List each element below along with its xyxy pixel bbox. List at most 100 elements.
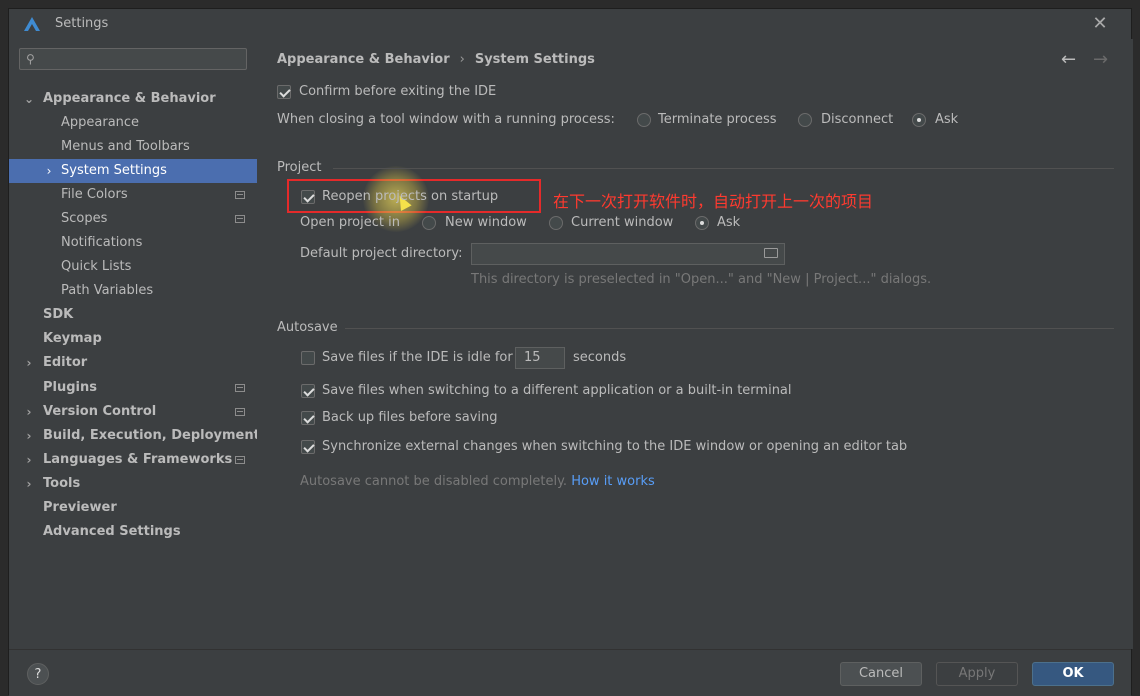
sidebar-item-editor[interactable]: › Editor	[9, 351, 257, 375]
settings-dialog: Settings ✕ ⚲ ⌄ Appearance & Behavior App…	[8, 8, 1133, 696]
sidebar-item-label: SDK	[43, 307, 74, 322]
chevron-right-icon[interactable]: ›	[22, 448, 36, 472]
sidebar-item-label: Keymap	[43, 331, 102, 346]
sidebar-item-label: Appearance	[61, 115, 140, 130]
project-level-icon	[235, 215, 245, 223]
sidebar-item-label: Version Control	[43, 404, 157, 419]
sidebar-item-file-colors[interactable]: File Colors	[9, 183, 257, 207]
radio-ask-open[interactable]	[695, 216, 709, 230]
confirm-exit-label[interactable]: Confirm before exiting the IDE	[299, 84, 496, 99]
sidebar-item-menus-toolbars[interactable]: Menus and Toolbars	[9, 135, 257, 159]
save-switch-app-label[interactable]: Save files when switching to a different…	[322, 383, 792, 398]
radio-ask-open-label[interactable]: Ask	[717, 215, 740, 230]
sidebar-item-advanced-settings[interactable]: Advanced Settings	[9, 520, 257, 544]
radio-ask-closing[interactable]	[912, 113, 926, 127]
closing-process-label: When closing a tool window with a runnin…	[277, 112, 615, 127]
sidebar-item-appearance-behavior[interactable]: ⌄ Appearance & Behavior	[9, 87, 257, 111]
chevron-right-icon[interactable]: ›	[22, 351, 36, 375]
back-arrow-icon[interactable]: ←	[1061, 49, 1076, 70]
idle-seconds-unit: seconds	[573, 350, 627, 365]
save-switch-app-checkbox[interactable]	[301, 384, 315, 398]
project-level-icon	[235, 408, 245, 416]
sidebar-item-label: Tools	[43, 476, 81, 491]
sync-external-checkbox[interactable]	[301, 440, 315, 454]
open-project-in-label: Open project in	[300, 215, 400, 230]
sidebar-item-label: Appearance & Behavior	[43, 91, 216, 106]
backup-files-label[interactable]: Back up files before saving	[322, 410, 498, 425]
save-idle-checkbox[interactable]	[301, 351, 315, 365]
autosave-hint-text: Autosave cannot be disabled completely.	[300, 474, 568, 489]
search-input[interactable]	[44, 51, 244, 69]
breadcrumb-parent[interactable]: Appearance & Behavior	[277, 52, 450, 67]
idle-seconds-input[interactable]: 15	[515, 347, 565, 369]
project-level-icon	[235, 191, 245, 199]
reopen-projects-checkbox[interactable]	[301, 190, 315, 204]
default-directory-label: Default project directory:	[300, 246, 463, 261]
autosave-hint: Autosave cannot be disabled completely. …	[300, 474, 655, 489]
sidebar-item-sdk[interactable]: SDK	[9, 303, 257, 327]
help-button[interactable]: ?	[27, 663, 49, 685]
sidebar-item-label: Notifications	[61, 235, 143, 250]
radio-ask-closing-label[interactable]: Ask	[935, 112, 958, 127]
radio-new-window[interactable]	[422, 216, 436, 230]
sidebar-item-label: Languages & Frameworks	[43, 452, 233, 467]
radio-current-window-label[interactable]: Current window	[571, 215, 673, 230]
radio-disconnect-label[interactable]: Disconnect	[821, 112, 893, 127]
settings-content: Appearance & Behavior › System Settings ← …	[257, 39, 1133, 649]
sidebar-item-scopes[interactable]: Scopes	[9, 207, 257, 231]
sidebar-item-tools[interactable]: › Tools	[9, 472, 257, 496]
chevron-right-icon[interactable]: ›	[42, 159, 56, 183]
app-logo-icon	[24, 17, 40, 31]
radio-terminate-process-label[interactable]: Terminate process	[658, 112, 777, 127]
backup-files-checkbox[interactable]	[301, 411, 315, 425]
section-divider	[345, 328, 1114, 329]
sidebar-item-previewer[interactable]: Previewer	[9, 496, 257, 520]
sidebar-item-label: File Colors	[61, 187, 128, 202]
sidebar-item-label: System Settings	[61, 163, 167, 178]
radio-disconnect[interactable]	[798, 113, 812, 127]
chevron-right-icon[interactable]: ›	[22, 424, 36, 448]
radio-new-window-label[interactable]: New window	[445, 215, 527, 230]
sidebar-item-plugins[interactable]: Plugins	[9, 376, 257, 400]
breadcrumb-current: System Settings	[474, 52, 595, 67]
sidebar-item-build-execution-deployment[interactable]: › Build, Execution, Deployment	[9, 424, 260, 448]
sidebar-item-notifications[interactable]: Notifications	[9, 231, 257, 255]
sidebar-item-keymap[interactable]: Keymap	[9, 327, 257, 351]
window-title: Settings	[55, 16, 109, 31]
sidebar-item-appearance[interactable]: Appearance	[9, 111, 257, 135]
sync-external-label[interactable]: Synchronize external changes when switch…	[322, 439, 907, 454]
how-it-works-link[interactable]: How it works	[571, 474, 655, 489]
annotation-text: 在下一次打开软件时，自动打开上一次的项目	[553, 192, 874, 211]
sidebar-item-path-variables[interactable]: Path Variables	[9, 279, 257, 303]
sidebar-item-quick-lists[interactable]: Quick Lists	[9, 255, 257, 279]
close-icon[interactable]: ✕	[1089, 13, 1111, 35]
sidebar-item-languages-frameworks[interactable]: › Languages & Frameworks	[9, 448, 257, 472]
search-box[interactable]: ⚲	[19, 48, 247, 70]
breadcrumb: Appearance & Behavior › System Settings	[277, 52, 595, 67]
folder-icon[interactable]	[764, 248, 778, 258]
apply-button[interactable]: Apply	[936, 662, 1018, 686]
radio-current-window[interactable]	[549, 216, 563, 230]
default-directory-hint: This directory is preselected in "Open..…	[471, 272, 932, 287]
save-idle-label[interactable]: Save files if the IDE is idle for	[322, 350, 513, 365]
chevron-down-icon[interactable]: ⌄	[22, 87, 36, 111]
sidebar-item-label: Build, Execution, Deployment	[43, 428, 260, 443]
confirm-exit-checkbox[interactable]	[277, 85, 291, 99]
forward-arrow-icon[interactable]: →	[1093, 49, 1108, 70]
reopen-projects-label[interactable]: Reopen projects on startup	[322, 189, 498, 204]
chevron-right-icon[interactable]: ›	[22, 472, 36, 496]
default-directory-field[interactable]	[471, 243, 785, 265]
background-editor-right	[1132, 0, 1140, 695]
sidebar-item-label: Editor	[43, 355, 88, 370]
sidebar-item-system-settings[interactable]: › System Settings	[9, 159, 257, 183]
chevron-right-icon[interactable]: ›	[22, 400, 36, 424]
cancel-button[interactable]: Cancel	[840, 662, 922, 686]
search-icon: ⚲	[26, 52, 35, 66]
title-bar: Settings ✕	[9, 9, 1131, 39]
section-autosave-title: Autosave	[277, 320, 338, 335]
sidebar-item-label: Path Variables	[61, 283, 154, 298]
dialog-footer: ? Cancel Apply OK	[9, 649, 1131, 696]
sidebar-item-version-control[interactable]: › Version Control	[9, 400, 257, 424]
ok-button[interactable]: OK	[1032, 662, 1114, 686]
radio-terminate-process[interactable]	[637, 113, 651, 127]
